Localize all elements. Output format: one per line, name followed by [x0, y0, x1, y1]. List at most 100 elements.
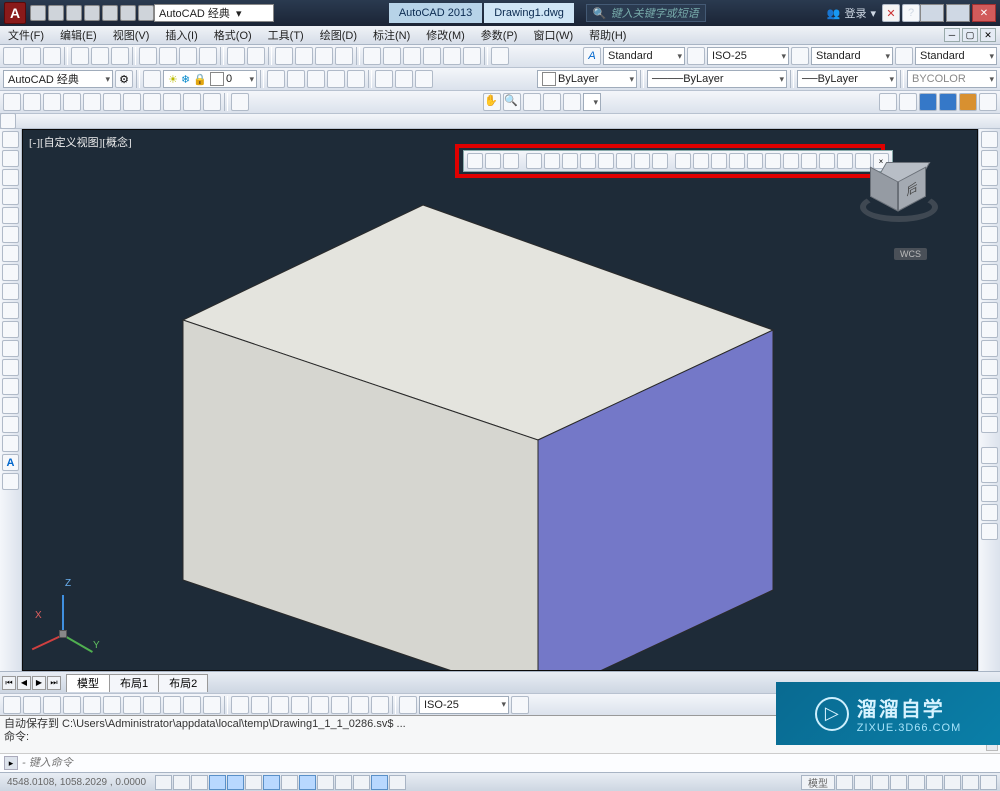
linetype-dropdown[interactable]: ──── ByLayer	[647, 70, 787, 88]
qcalc-icon[interactable]	[463, 47, 481, 65]
markup-icon[interactable]	[443, 47, 461, 65]
vnw-icon[interactable]	[203, 93, 221, 111]
dcenter-icon[interactable]	[383, 47, 401, 65]
drawing-canvas[interactable]: [-][自定义视图][概念]	[22, 129, 978, 671]
tablestyle-dropdown[interactable]: Standard	[811, 47, 893, 65]
taperface-icon[interactable]	[616, 153, 632, 169]
qat-plot-icon[interactable]	[102, 5, 118, 21]
scale-icon[interactable]	[981, 264, 998, 281]
colorface-icon[interactable]	[652, 153, 668, 169]
publish-icon[interactable]	[111, 47, 129, 65]
menu-dimension[interactable]: 标注(N)	[365, 27, 418, 43]
dimord-icon[interactable]	[63, 696, 81, 714]
dimstyle-dropdown[interactable]: ISO-25	[707, 47, 789, 65]
view-label[interactable]: [-][自定义视图][概念]	[29, 134, 132, 150]
grp-edit-icon[interactable]	[981, 504, 998, 521]
layerfrz-icon[interactable]	[307, 70, 325, 88]
qp-toggle[interactable]	[353, 775, 370, 790]
lwt-toggle[interactable]	[317, 775, 334, 790]
laystate-icon[interactable]	[415, 70, 433, 88]
table-icon[interactable]	[2, 435, 19, 452]
lineweight-dropdown[interactable]: ── ByLayer	[797, 70, 897, 88]
ducs-toggle[interactable]	[281, 775, 298, 790]
command-chevron-icon[interactable]: ▸	[4, 756, 18, 770]
se-materials-icon[interactable]	[801, 153, 817, 169]
menu-modify[interactable]: 修改(M)	[418, 27, 473, 43]
textstyle-dropdown[interactable]: Standard	[603, 47, 685, 65]
extend-icon[interactable]	[981, 321, 998, 338]
steering-icon[interactable]	[543, 93, 561, 111]
command-input[interactable]	[22, 757, 1000, 769]
dimtedit-icon[interactable]	[371, 696, 389, 714]
qat-save-icon[interactable]	[66, 5, 82, 21]
plotstyle-dropdown[interactable]: BYCOLOR	[907, 70, 997, 88]
3dosnap-toggle[interactable]	[245, 775, 262, 790]
qview-layouts-icon[interactable]	[836, 775, 853, 790]
tablestyle-icon[interactable]	[791, 47, 809, 65]
subtract-icon[interactable]	[485, 153, 501, 169]
zoomwin-icon[interactable]	[315, 47, 333, 65]
moveface-icon[interactable]	[544, 153, 560, 169]
vse-icon[interactable]	[163, 93, 181, 111]
tpy-toggle[interactable]	[335, 775, 352, 790]
check-icon[interactable]	[783, 153, 799, 169]
copy2-icon[interactable]	[981, 150, 998, 167]
menu-window[interactable]: 窗口(W)	[525, 27, 581, 43]
open-icon[interactable]	[23, 47, 41, 65]
cut-icon[interactable]	[139, 47, 157, 65]
vfront-icon[interactable]	[103, 93, 121, 111]
layeroff-icon[interactable]	[287, 70, 305, 88]
snap-toggle[interactable]	[155, 775, 172, 790]
new-icon[interactable]	[3, 47, 21, 65]
dimbreak-icon[interactable]	[251, 696, 269, 714]
dimang-icon[interactable]	[143, 696, 161, 714]
spline-icon[interactable]	[2, 283, 19, 300]
vtop-icon[interactable]	[23, 93, 41, 111]
shell-icon[interactable]	[765, 153, 781, 169]
xline-icon[interactable]	[2, 302, 19, 319]
deleteface-icon[interactable]	[580, 153, 596, 169]
undo2-icon[interactable]	[227, 47, 245, 65]
vs2d-icon[interactable]	[879, 93, 897, 111]
layerlk-icon[interactable]	[327, 70, 345, 88]
union-icon[interactable]	[467, 153, 483, 169]
qat-undo-icon[interactable]	[120, 5, 136, 21]
ellipse-icon[interactable]	[2, 245, 19, 262]
dimstyle2-icon[interactable]	[399, 696, 417, 714]
break-icon[interactable]	[981, 340, 998, 357]
dimjogline-icon[interactable]	[331, 696, 349, 714]
annoscale-icon[interactable]	[872, 775, 889, 790]
grp-sel-icon[interactable]	[981, 523, 998, 540]
join-icon[interactable]	[981, 359, 998, 376]
menu-format[interactable]: 格式(O)	[206, 27, 260, 43]
separate-icon[interactable]	[747, 153, 763, 169]
color-dropdown[interactable]: ByLayer	[537, 70, 637, 88]
modelspace-btn[interactable]: 模型	[801, 775, 835, 790]
se-align-icon[interactable]	[819, 153, 835, 169]
dimstyle-icon[interactable]	[687, 47, 705, 65]
dimali-icon[interactable]	[23, 696, 41, 714]
laymcur-icon[interactable]	[375, 70, 393, 88]
print-icon[interactable]	[71, 47, 89, 65]
clean-icon[interactable]	[729, 153, 745, 169]
navpreset-dropdown[interactable]	[583, 93, 601, 111]
region-icon[interactable]	[2, 416, 19, 433]
layer-dropdown[interactable]: ☀ ❄ 🔒 0	[163, 70, 257, 88]
layeriso-icon[interactable]	[267, 70, 285, 88]
tab-first-button[interactable]: ⏮	[2, 676, 16, 690]
vsreal-icon[interactable]	[939, 93, 957, 111]
extrudeface-icon[interactable]	[526, 153, 542, 169]
mleaderstyle-icon[interactable]	[895, 47, 913, 65]
ucs-icon[interactable]	[0, 113, 16, 129]
toolbar-lock-icon[interactable]	[926, 775, 943, 790]
pan2-icon[interactable]: ✋	[483, 93, 501, 111]
menu-insert[interactable]: 插入(I)	[157, 27, 205, 43]
menu-view[interactable]: 视图(V)	[105, 27, 158, 43]
maximize-button[interactable]: ▢	[946, 4, 970, 22]
coloredge-icon[interactable]	[693, 153, 709, 169]
layerp-icon[interactable]	[395, 70, 413, 88]
close-button[interactable]: ✕	[972, 4, 996, 22]
help-search[interactable]: 🔍键入关键字或短语	[586, 4, 706, 22]
mdi-close-button[interactable]: ✕	[980, 28, 996, 42]
workspace-dropdown[interactable]: AutoCAD 经典 ▾	[154, 4, 274, 22]
